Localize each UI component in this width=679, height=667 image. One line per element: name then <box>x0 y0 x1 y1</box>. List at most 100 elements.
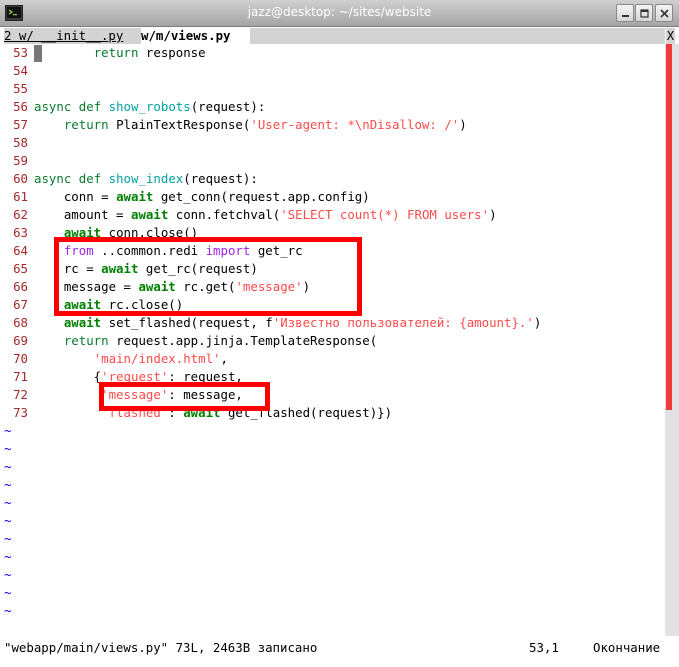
scroll-position: Окончание <box>593 640 661 655</box>
code-token: ) <box>489 207 497 222</box>
code-token: 'User-agent: *\nDisallow: /' <box>250 117 460 132</box>
line-number: 68 <box>13 315 28 330</box>
window-title: jazz@desktop: ~/sites/website <box>247 5 432 19</box>
line-code: 'main/index.html', <box>34 350 228 368</box>
tab-close-button[interactable]: X <box>666 28 675 44</box>
vim-tabline: 2 w/ __init__.py w/m/views.py X <box>0 28 679 44</box>
line-code: return PlainTextResponse('User-agent: *\… <box>34 116 467 134</box>
line-number: 73 <box>13 405 28 420</box>
status-message: "webapp/main/views.py" 73L, 2463B записа… <box>4 640 318 655</box>
empty-line-marker: ~ <box>4 495 12 510</box>
code-token: , <box>220 351 228 366</box>
line-number: 66 <box>13 279 28 294</box>
line-number: 56 <box>13 99 28 114</box>
annotation-box-imports <box>54 237 362 316</box>
code-token: conn.fetchval( <box>168 207 281 222</box>
close-button[interactable] <box>655 4 673 22</box>
empty-line-marker: ~ <box>4 459 12 474</box>
line-number: 67 <box>13 297 28 312</box>
text-cursor <box>34 45 42 62</box>
line-number: 64 <box>13 243 28 258</box>
line-code: await set_flashed(request, f'Известно по… <box>34 314 541 332</box>
terminal-window: jazz@desktop: ~/sites/website 2 w/ __ini… <box>0 0 679 667</box>
line-number: 61 <box>13 189 28 204</box>
line-code: amount = await conn.fetchval('SELECT cou… <box>34 206 497 224</box>
code-token: { <box>34 369 102 384</box>
code-token: (request): <box>190 99 266 114</box>
empty-line-marker: ~ <box>4 567 12 582</box>
empty-line-marker: ~ <box>4 603 12 618</box>
empty-line-marker: ~ <box>4 477 12 492</box>
annotation-box-message <box>99 382 270 411</box>
code-token: await <box>116 189 154 204</box>
maximize-button[interactable] <box>635 4 653 22</box>
line-number: 53 <box>13 45 28 60</box>
empty-line-marker: ~ <box>4 549 12 564</box>
scrollbar-thumb[interactable] <box>666 44 672 410</box>
code-token: def <box>78 171 102 186</box>
title-bar[interactable]: jazz@desktop: ~/sites/website <box>0 0 679 27</box>
code-token: await <box>63 315 102 330</box>
code-token: ) <box>459 117 467 132</box>
line-number: 71 <box>13 369 28 384</box>
code-token: return <box>63 333 109 348</box>
code-token: 'main/index.html' <box>93 351 221 366</box>
code-token: 'SELECT count(*) FROM users' <box>280 207 490 222</box>
code-token: def <box>78 99 102 114</box>
code-token: await <box>130 207 169 222</box>
code-token: get_conn(request.app.config) <box>153 189 370 204</box>
line-number: 55 <box>13 81 28 96</box>
line-number: 65 <box>13 261 28 276</box>
status-line: "webapp/main/views.py" 73L, 2463B записа… <box>0 637 679 659</box>
code-token: (request): <box>183 171 258 186</box>
line-number: 58 <box>13 135 28 150</box>
code-token: show_index <box>108 171 184 186</box>
empty-line-marker: ~ <box>4 423 12 438</box>
line-number: 72 <box>13 387 28 402</box>
tabline-fill <box>250 28 665 44</box>
line-code: async def show_robots(request): <box>34 98 265 116</box>
cursor-position: 53,1 <box>529 640 559 655</box>
tab-views-py[interactable]: w/m/views.py <box>141 28 231 44</box>
empty-line-marker: ~ <box>4 513 12 528</box>
minimize-button[interactable] <box>616 4 634 22</box>
code-token: request.app.jinja.TemplateResponse( <box>108 333 378 348</box>
line-code: return request.app.jinja.TemplateRespons… <box>34 332 377 350</box>
code-token: ) <box>533 315 542 330</box>
code-token: conn = <box>34 189 117 204</box>
code-token: response <box>138 45 206 60</box>
line-number: 54 <box>13 63 28 78</box>
empty-line-marker: ~ <box>4 441 12 456</box>
line-number: 59 <box>13 153 28 168</box>
line-number: 70 <box>13 351 28 366</box>
code-token: 'Известно пользователей: {amount}.' <box>272 315 534 330</box>
line-code: async def show_index(request): <box>34 170 258 188</box>
empty-line-marker: ~ <box>4 531 12 546</box>
code-token: return <box>93 45 139 60</box>
code-token: async <box>34 99 72 114</box>
line-code: return response <box>34 44 206 62</box>
code-token: async <box>34 171 72 186</box>
line-number: 57 <box>13 117 28 132</box>
line-code: conn = await get_conn(request.app.config… <box>34 188 370 206</box>
code-token: show_robots <box>108 99 191 114</box>
code-token: amount = <box>34 207 131 222</box>
empty-line-marker: ~ <box>4 585 12 600</box>
line-number: 62 <box>13 207 28 222</box>
line-number: 63 <box>13 225 28 240</box>
tab-init-py[interactable]: 2 w/ __init__.py <box>4 28 141 44</box>
line-number: 69 <box>13 333 28 348</box>
code-token: set_flashed(request, f <box>101 315 273 330</box>
code-token: return <box>63 117 109 132</box>
